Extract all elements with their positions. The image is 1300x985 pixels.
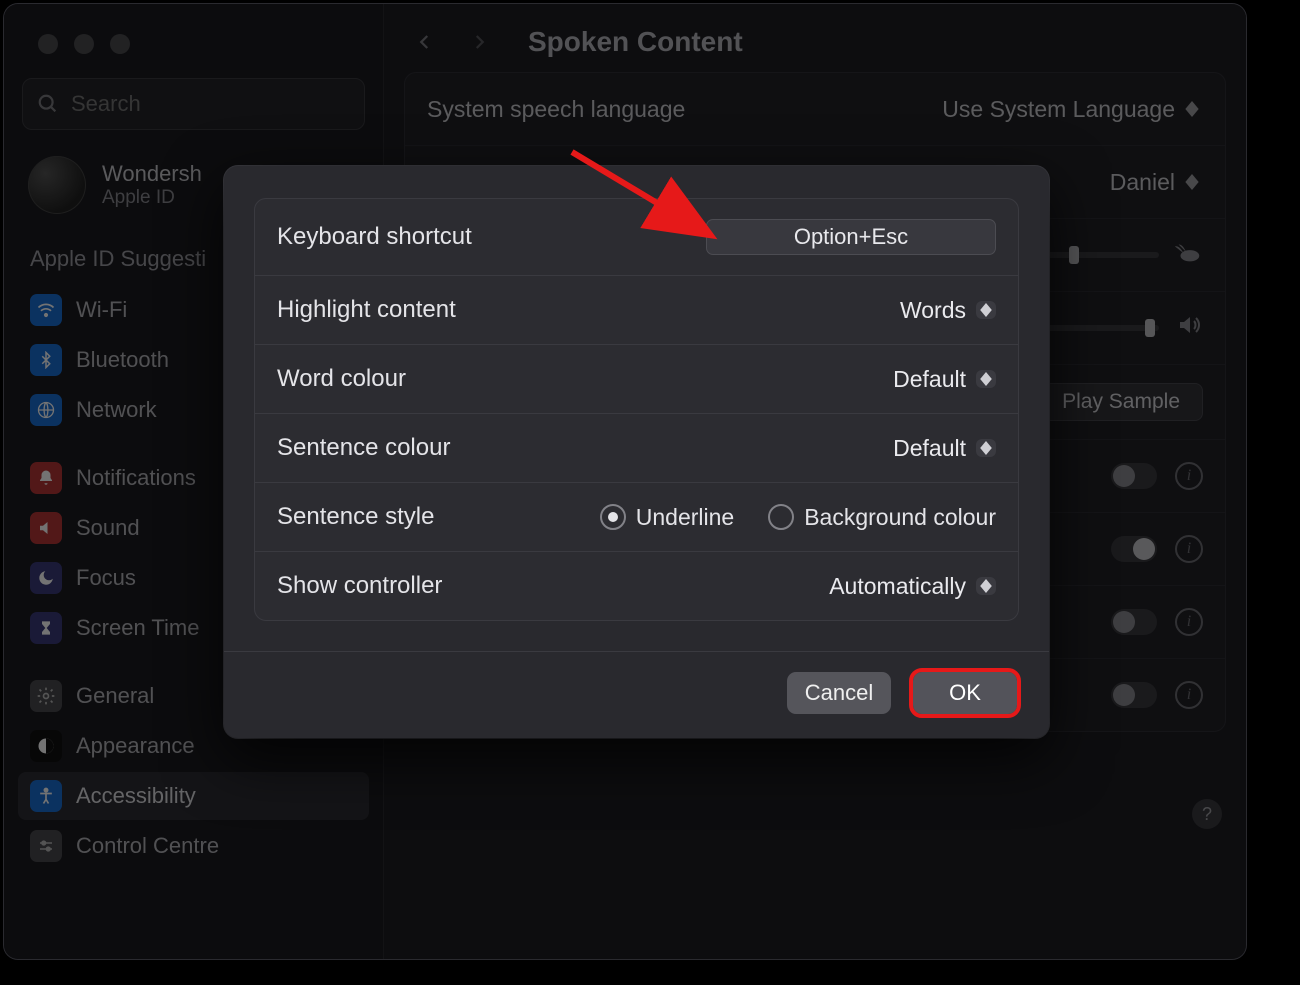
radio-dot-icon [600, 504, 626, 530]
show-controller-value: Automatically [829, 573, 966, 600]
show-controller-label: Show controller [277, 572, 442, 600]
word-colour-value: Default [893, 366, 966, 393]
updown-icon [976, 370, 996, 388]
highlight-content-label: Highlight content [277, 296, 456, 324]
spoken-content-options-sheet: Keyboard shortcut Option+Esc Highlight c… [224, 166, 1049, 738]
keyboard-shortcut-value: Option+Esc [794, 224, 908, 250]
row-sentence-style: Sentence style Underline Background colo… [255, 483, 1018, 552]
radio-background-colour[interactable]: Background colour [768, 504, 996, 531]
radio-underline[interactable]: Underline [600, 504, 734, 531]
sentence-style-radio-group: Underline Background colour [600, 504, 996, 531]
row-highlight-content: Highlight content Words [255, 276, 1018, 345]
radio-underline-label: Underline [636, 504, 734, 531]
highlight-content-value: Words [900, 297, 966, 324]
cancel-button[interactable]: Cancel [787, 672, 891, 714]
row-word-colour: Word colour Default [255, 345, 1018, 414]
keyboard-shortcut-label: Keyboard shortcut [277, 223, 472, 251]
updown-icon [976, 577, 996, 595]
keyboard-shortcut-field[interactable]: Option+Esc [706, 219, 996, 255]
system-settings-window: Wondersh Apple ID Apple ID Suggesti Wi-F… [4, 4, 1246, 959]
modal-buttons: Cancel OK [224, 652, 1049, 738]
word-colour-label: Word colour [277, 365, 406, 393]
radio-dot-icon [768, 504, 794, 530]
modal-body: Keyboard shortcut Option+Esc Highlight c… [254, 198, 1019, 621]
row-show-controller: Show controller Automatically [255, 552, 1018, 620]
sentence-colour-label: Sentence colour [277, 434, 450, 462]
show-controller-select[interactable]: Automatically [829, 573, 996, 600]
updown-icon [976, 439, 996, 457]
row-sentence-colour: Sentence colour Default [255, 414, 1018, 483]
sentence-colour-value: Default [893, 435, 966, 462]
sentence-style-label: Sentence style [277, 503, 434, 531]
ok-button[interactable]: OK [913, 672, 1017, 714]
word-colour-select[interactable]: Default [893, 366, 996, 393]
sentence-colour-select[interactable]: Default [893, 435, 996, 462]
updown-icon [976, 301, 996, 319]
radio-bgcolour-label: Background colour [804, 504, 996, 531]
highlight-content-select[interactable]: Words [900, 297, 996, 324]
row-keyboard-shortcut: Keyboard shortcut Option+Esc [255, 199, 1018, 276]
